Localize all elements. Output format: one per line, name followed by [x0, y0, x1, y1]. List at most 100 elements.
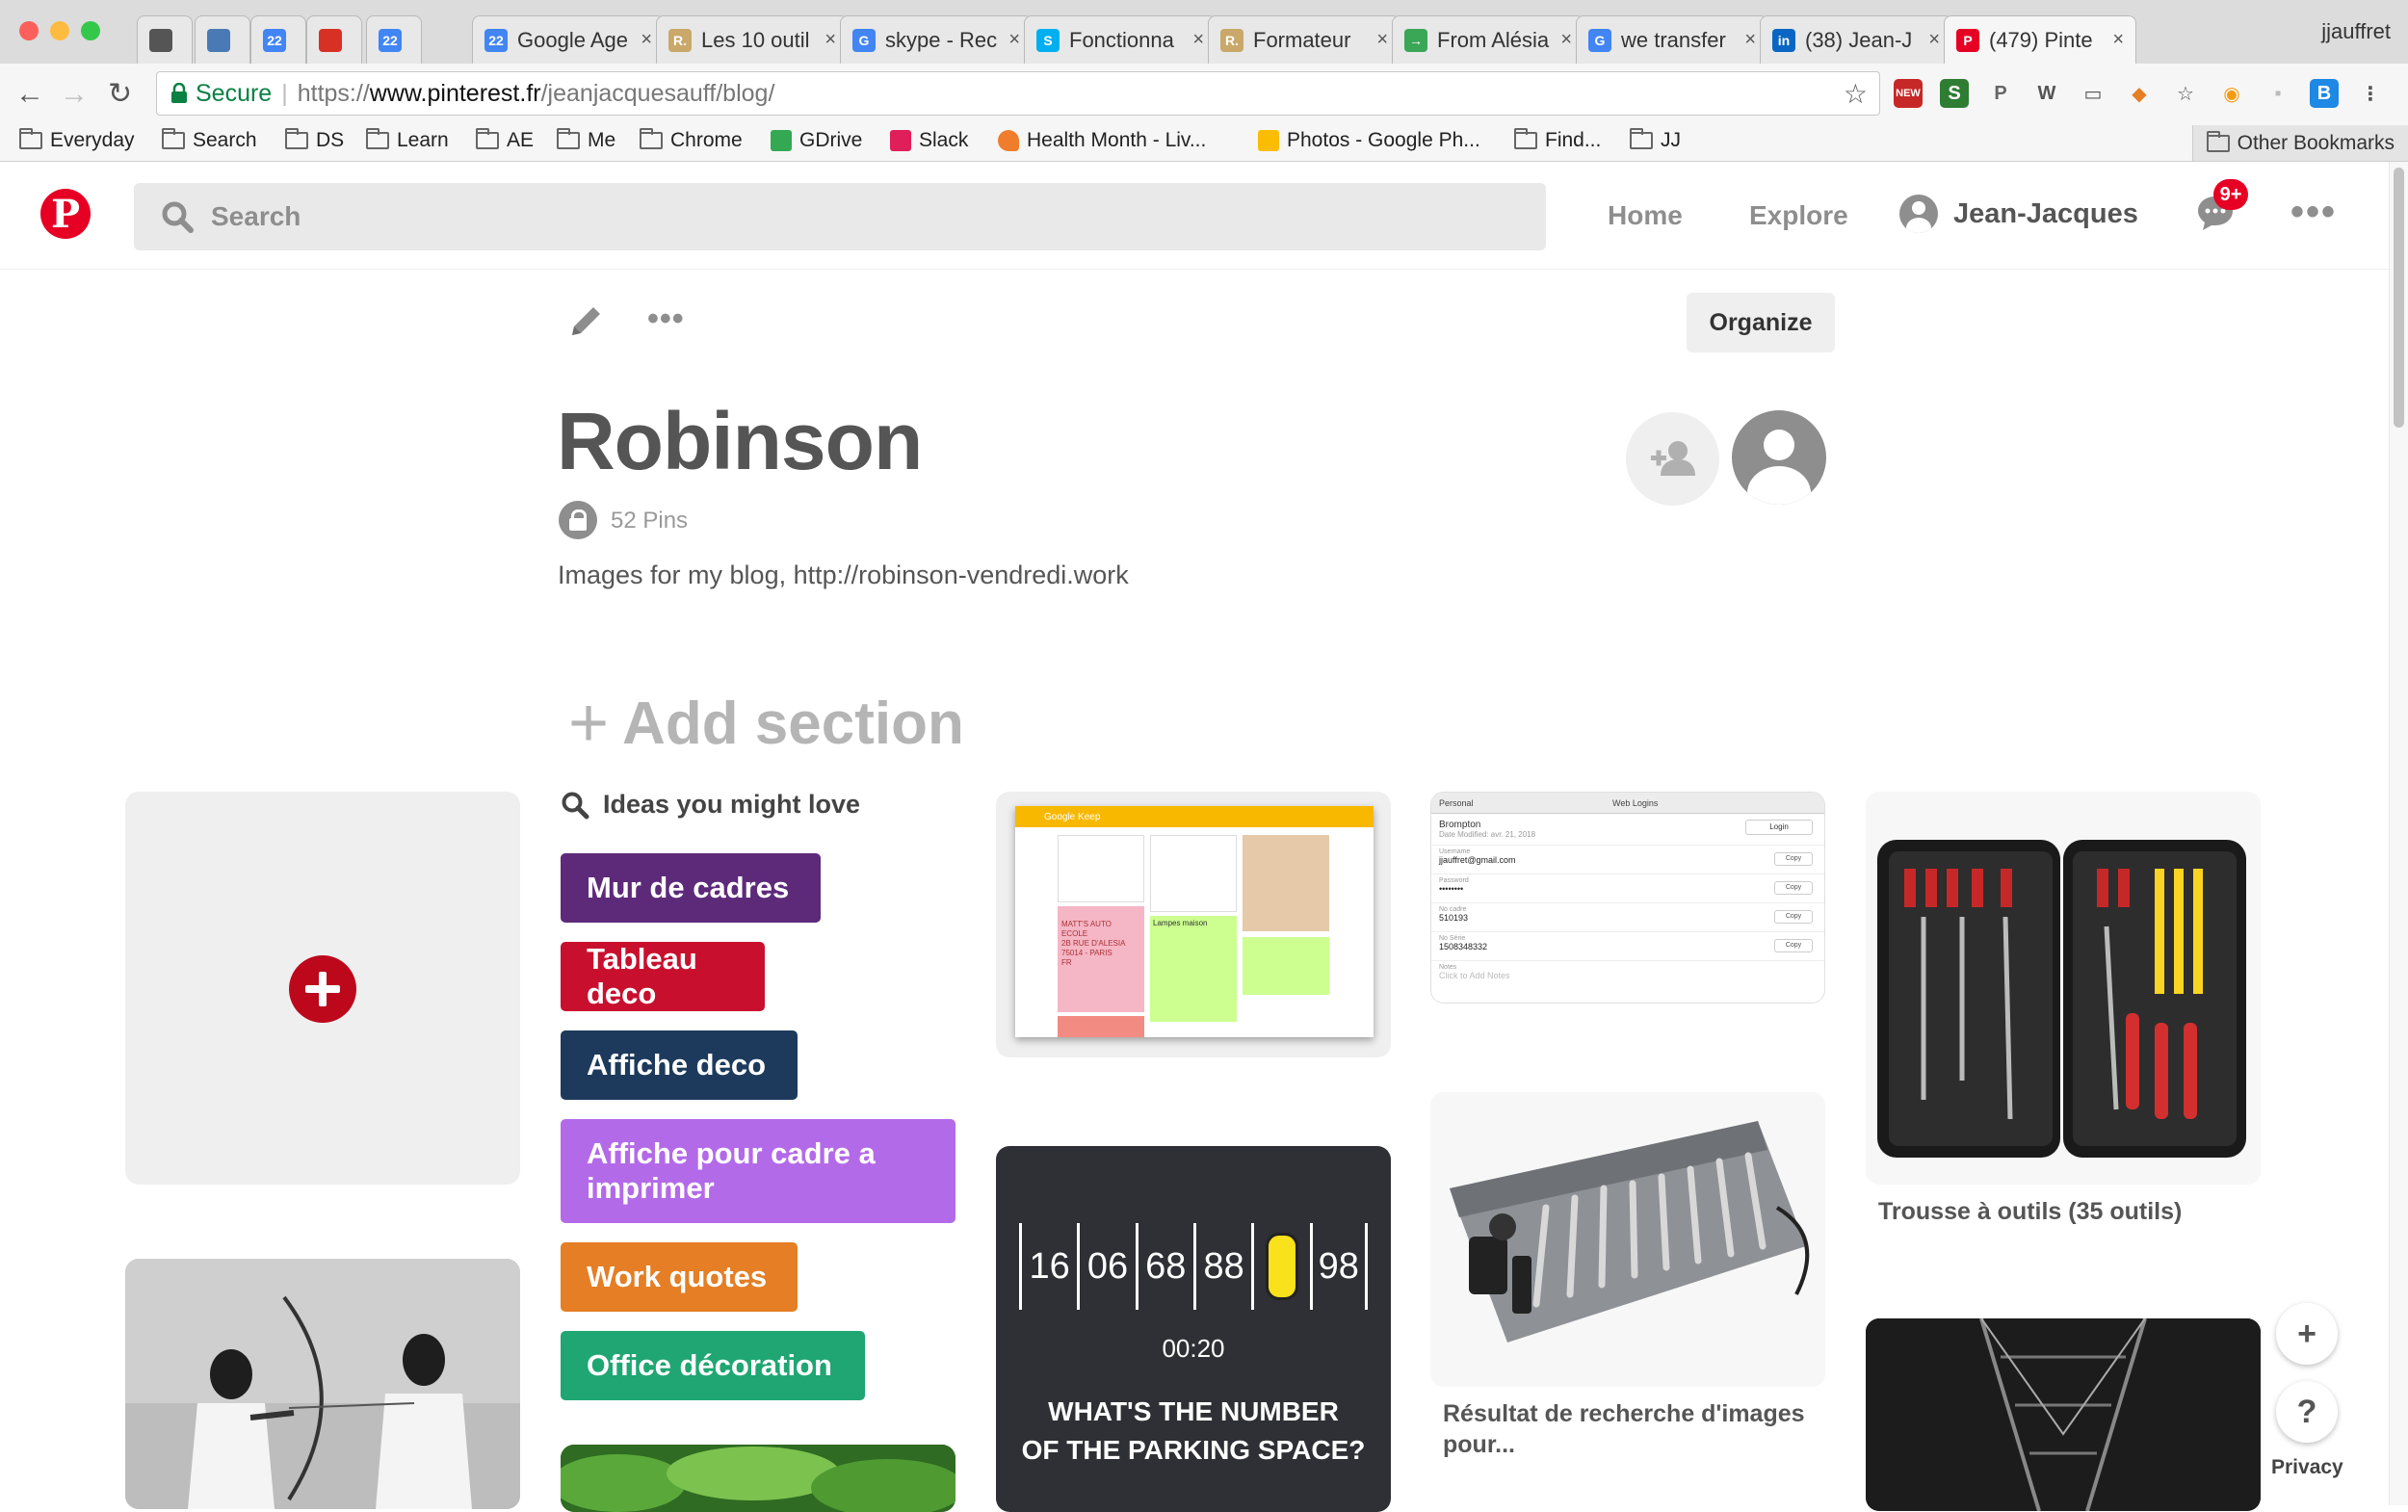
- close-tab-icon[interactable]: ×: [2112, 29, 2124, 51]
- pin-green-leaves[interactable]: [561, 1445, 955, 1512]
- close-tab-icon[interactable]: ×: [1192, 29, 1204, 51]
- idea-chip-affiche-deco[interactable]: Affiche deco: [561, 1030, 798, 1100]
- close-tab-icon[interactable]: ×: [641, 29, 652, 51]
- privacy-link[interactable]: Privacy: [2271, 1456, 2343, 1479]
- maximize-window-button[interactable]: [81, 21, 100, 40]
- bookmark-find[interactable]: Find...: [1514, 128, 1601, 152]
- toolkit-caption[interactable]: Trousse à outils (35 outils): [1878, 1196, 2244, 1227]
- scrollbar-thumb[interactable]: [2394, 168, 2404, 428]
- idea-chip-work-quotes[interactable]: Work quotes: [561, 1242, 798, 1312]
- pin-parking-puzzle[interactable]: 16 06 68 88 98 00:20 WHAT'S THE NUMBER OF TH…: [996, 1146, 1391, 1512]
- bookmark-everyday[interactable]: Everyday: [19, 128, 135, 152]
- bookmark-ds[interactable]: DS: [285, 128, 344, 152]
- browser-tab-2[interactable]: 22: [250, 15, 306, 64]
- browser-tab-9[interactable]: R. Formateur ×: [1208, 15, 1400, 64]
- search-input[interactable]: [211, 201, 1463, 232]
- browser-tab-10[interactable]: → From Alésia ×: [1392, 15, 1584, 64]
- b-extension-icon[interactable]: B: [2310, 79, 2339, 108]
- pin-tool-roll[interactable]: [1430, 1092, 1825, 1387]
- forward-arrow-icon[interactable]: →: [60, 79, 89, 110]
- pin-web-logins-screenshot[interactable]: Personal Web Logins Brompton Date Modifi…: [1430, 792, 1825, 1004]
- star-extension-icon[interactable]: ☆: [2171, 79, 2200, 108]
- close-tab-icon[interactable]: ×: [824, 29, 836, 51]
- wikipedia-icon[interactable]: W: [2032, 79, 2061, 108]
- bookmark-ae[interactable]: AE: [476, 128, 534, 152]
- keep-app-title: Google Keep: [1044, 811, 1101, 822]
- bookmark-slack[interactable]: Slack: [890, 129, 968, 152]
- new-extension-icon[interactable]: NEW: [1894, 79, 1923, 108]
- pinterest-extension-icon[interactable]: P: [1986, 79, 2015, 108]
- tab-title: Fonctionna: [1069, 27, 1174, 52]
- idea-chip-affiche-pour-cadre-a-imprimer[interactable]: Affiche pour cadre a imprimer: [561, 1119, 955, 1223]
- browser-tab-0[interactable]: [137, 15, 193, 64]
- browser-tab-11[interactable]: Gwe transfer ×: [1576, 15, 1768, 64]
- gray-extension-icon[interactable]: ▪: [2264, 79, 2292, 108]
- google-icon: G: [1588, 28, 1611, 52]
- close-tab-icon[interactable]: ×: [1928, 29, 1940, 51]
- pin-bridge-photo[interactable]: [1866, 1318, 2261, 1511]
- organize-button[interactable]: Organize: [1687, 293, 1835, 352]
- profile-link[interactable]: Jean-Jacques: [1899, 195, 2138, 233]
- close-tab-icon[interactable]: ×: [1560, 29, 1572, 51]
- idea-chip-mur-de-cadres[interactable]: Mur de cadres: [561, 853, 821, 923]
- browser-tab-7[interactable]: Gskype - Rec ×: [840, 15, 1033, 64]
- idea-chip-office-decoration[interactable]: Office décoration: [561, 1331, 865, 1400]
- bookmark-me[interactable]: Me: [557, 128, 615, 152]
- more-options-icon[interactable]: •••: [2290, 191, 2337, 234]
- bookmark-search[interactable]: Search: [162, 128, 257, 152]
- close-tab-icon[interactable]: ×: [1376, 29, 1388, 51]
- chrome-menu-icon[interactable]: ⋮: [2356, 79, 2385, 108]
- tool-roll-caption[interactable]: Résultat de recherche d'images pour...: [1443, 1398, 1809, 1460]
- board-owner-avatar-icon[interactable]: [1732, 410, 1826, 505]
- board-more-options-icon[interactable]: •••: [647, 300, 685, 338]
- idea-chip-tableau-deco[interactable]: Tableau deco: [561, 942, 765, 1011]
- browser-tab-3[interactable]: [306, 15, 362, 64]
- logins-fields: Username jjauffret@gmail.com Copy Password •…: [1431, 845, 1824, 989]
- bookmark-star-icon[interactable]: ☆: [1844, 78, 1868, 110]
- add-pin-card[interactable]: [125, 792, 520, 1185]
- nav-explore-link[interactable]: Explore: [1749, 200, 1848, 231]
- close-tab-icon[interactable]: ×: [1008, 29, 1020, 51]
- reload-icon[interactable]: ↻: [108, 79, 132, 110]
- bookmark-learn[interactable]: Learn: [366, 128, 449, 152]
- browser-tab-1[interactable]: [195, 15, 250, 64]
- browser-tab-12[interactable]: in (38) Jean-J ×: [1760, 15, 1952, 64]
- folder-icon: [640, 128, 663, 149]
- search-box[interactable]: [134, 183, 1546, 250]
- bookmark-photos-google-ph[interactable]: Photos - Google Ph...: [1258, 129, 1480, 152]
- other-bookmarks[interactable]: Other Bookmarks: [2191, 125, 2408, 161]
- create-pin-button[interactable]: +: [2276, 1303, 2338, 1365]
- close-tab-icon[interactable]: ×: [1744, 29, 1756, 51]
- browser-tab-4[interactable]: 22: [366, 15, 422, 64]
- edit-pencil-icon[interactable]: [568, 302, 605, 339]
- address-bar[interactable]: Secure | https:// www.pinterest.fr /jean…: [156, 71, 1880, 116]
- pin-toolkit-case[interactable]: [1866, 792, 2261, 1185]
- browser-profile-name[interactable]: jjauffret: [2321, 19, 2391, 44]
- browser-tab-8[interactable]: S Fonctionna ×: [1024, 15, 1217, 64]
- browser-tab-13[interactable]: P (479) Pinte ×: [1944, 15, 2136, 64]
- bookmark-chrome[interactable]: Chrome: [640, 128, 743, 152]
- page-scrollbar[interactable]: [2389, 162, 2408, 1505]
- bookmark-gdrive[interactable]: GDrive: [771, 129, 862, 152]
- close-window-button[interactable]: [19, 21, 39, 40]
- pinterest-logo[interactable]: P: [40, 189, 91, 239]
- pin-google-keep-screenshot[interactable]: Google Keep MATT'S AUTO ECOLE 2B RUE D'A…: [996, 792, 1391, 1057]
- fox-icon[interactable]: ◆: [2125, 79, 2154, 108]
- browser-tab-6[interactable]: R. Les 10 outil ×: [656, 15, 849, 64]
- folder-icon: [1630, 128, 1653, 149]
- pin-archery-photo[interactable]: [125, 1259, 520, 1509]
- nav-home-link[interactable]: Home: [1608, 200, 1683, 231]
- cast-icon[interactable]: ▭: [2079, 79, 2107, 108]
- parking-question: WHAT'S THE NUMBER OF THE PARKING SPACE?: [1021, 1396, 1366, 1465]
- browser-tab-5[interactable]: 22 Google Age ×: [472, 15, 665, 64]
- invite-collaborator-button[interactable]: [1626, 412, 1719, 506]
- keep-titlebar: Google Keep: [1015, 806, 1374, 827]
- bookmark-jj[interactable]: JJ: [1630, 128, 1681, 152]
- minimize-window-button[interactable]: [50, 21, 69, 40]
- add-section-button[interactable]: + Add section: [568, 684, 964, 763]
- help-button[interactable]: ?: [2276, 1381, 2338, 1443]
- back-arrow-icon[interactable]: ←: [15, 79, 44, 110]
- rss-icon[interactable]: ◉: [2217, 79, 2246, 108]
- bookmark-health-month-liv[interactable]: Health Month - Liv...: [998, 129, 1206, 152]
- s-extension-icon[interactable]: S: [1940, 79, 1969, 108]
